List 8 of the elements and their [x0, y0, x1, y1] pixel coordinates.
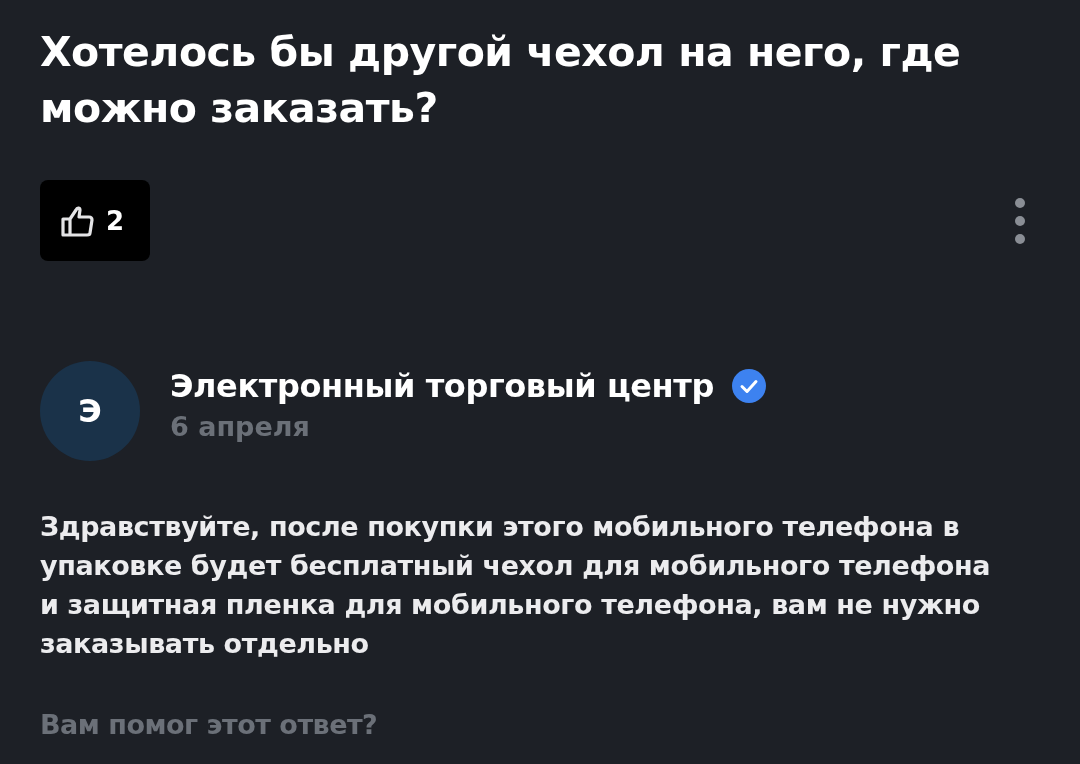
avatar: Э [40, 361, 140, 461]
author-name: Электронный торговый центр [170, 366, 714, 405]
more-options-icon[interactable] [1014, 196, 1026, 245]
answer-date: 6 апреля [170, 410, 311, 442]
like-button[interactable]: 2 [40, 180, 150, 261]
feedback-prompt: Вам помог этот ответ? [40, 709, 378, 740]
answer-text: Здравствуйте, после покупки этого мобильного телефона в упаковке будет бесплатный чехол для мобильного телефона и защитная пленка для мобильного телефона, вам не нужно заказывать отдельно [40, 510, 991, 661]
question-title: Хотелось бы другой чехол на него, где можно заказать? [40, 27, 962, 134]
